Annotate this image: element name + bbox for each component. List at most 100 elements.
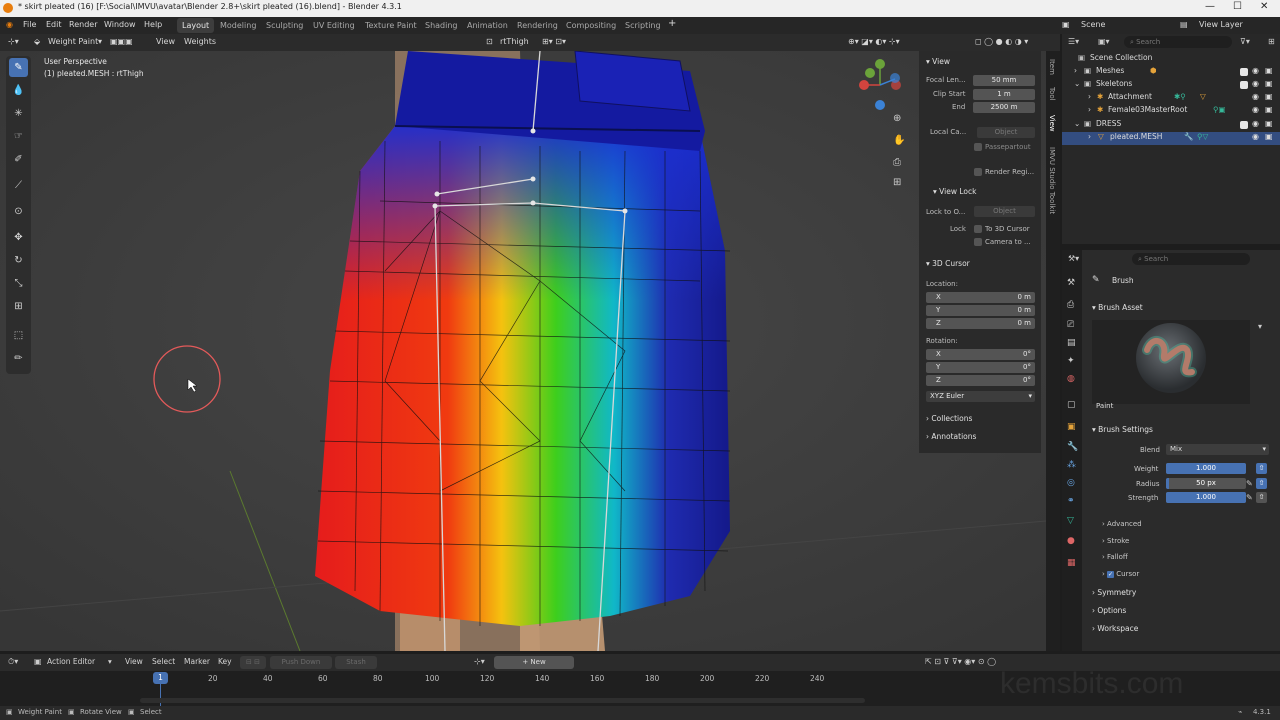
mode-icon[interactable]: ⬙ <box>34 37 40 46</box>
material-tab-icon[interactable]: ● <box>1067 536 1075 546</box>
new-collection-icon[interactable]: ⊞ <box>1268 37 1275 46</box>
tab-scripting[interactable]: Scripting <box>620 18 666 33</box>
tool-tab-icon[interactable]: ⚒ <box>1067 278 1075 288</box>
cursor-loc-z-field[interactable]: Z 0 m <box>926 318 1035 329</box>
timeline-editor-icon[interactable]: ⏱▾ <box>8 657 18 667</box>
object-tab-icon[interactable]: ▣ <box>1067 422 1076 432</box>
render-camera-icon[interactable]: ▣ <box>1265 79 1273 88</box>
move-tool-icon[interactable]: ✥ <box>9 228 28 247</box>
properties-search-input[interactable]: ⌕ Search <box>1132 253 1250 265</box>
texture-tab-icon[interactable]: ▦ <box>1067 558 1076 568</box>
tab-uv-editing[interactable]: UV Editing <box>308 18 360 33</box>
eye-icon[interactable]: ◉ <box>1252 105 1259 114</box>
maximize-icon[interactable]: ☐ <box>1233 1 1242 12</box>
brush-asset-menu-icon[interactable]: ▾ <box>1258 322 1262 331</box>
scene-name[interactable]: Scene <box>1081 20 1105 29</box>
draw-brush-icon[interactable]: ✎ <box>9 58 28 77</box>
eye-icon[interactable]: ◉ <box>1252 79 1259 88</box>
cursor-tool-icon[interactable]: ⊙ <box>9 202 28 221</box>
brush-asset-header[interactable]: ▾ Brush Asset <box>1092 303 1143 312</box>
new-action-button[interactable]: + New <box>494 656 574 669</box>
blend-dropdown[interactable]: Mix ▾ <box>1166 444 1269 455</box>
lock-camera-checkbox[interactable] <box>974 238 982 246</box>
cursor-subpanel[interactable]: › ✓ Cursor <box>1102 570 1139 578</box>
timeline-area[interactable]: 1 20 40 60 80 100 120 140 160 180 200 22… <box>0 667 1280 706</box>
editor-type-icon[interactable]: ⊹▾ <box>8 37 19 46</box>
clip-start-field[interactable]: 1 m <box>973 89 1035 100</box>
advanced-subpanel[interactable]: › Advanced <box>1102 520 1142 528</box>
action-browse-icon[interactable]: ⊹▾ <box>474 657 485 666</box>
slot-buttons[interactable]: ⊟ ⊟ <box>240 656 266 669</box>
overlay-options-icons[interactable]: ⊞▾ ⊡▾ <box>542 37 566 46</box>
tab-view[interactable]: View <box>1048 115 1056 132</box>
brush-preview-tile[interactable] <box>1092 320 1250 404</box>
tab-shading[interactable]: Shading <box>420 18 463 33</box>
gizmo-toggle-icons[interactable]: ⊕▾ ◪▾ ◐▾ ⊹▾ <box>848 37 900 46</box>
tab-rendering[interactable]: Rendering <box>512 18 563 33</box>
stash-button[interactable]: Stash <box>335 656 377 669</box>
focal-length-field[interactable]: 50 mm <box>973 75 1035 86</box>
rotate-tool-icon[interactable]: ↻ <box>9 251 28 270</box>
expand-icon[interactable]: › <box>1088 92 1091 101</box>
gradient-icon[interactable]: ⟋ <box>9 176 28 195</box>
strength-pressure-icon[interactable]: ⇧ <box>1256 492 1267 503</box>
view-lock-header[interactable]: ▾ View Lock <box>933 187 976 196</box>
average-brush-icon[interactable]: ✳ <box>9 104 28 123</box>
action-editor-dropdown[interactable]: Action Editor <box>47 657 95 666</box>
view-menu[interactable]: View <box>156 37 175 46</box>
render-camera-icon[interactable]: ▣ <box>1265 132 1273 141</box>
data-tab-icon[interactable]: ▽ <box>1067 516 1074 526</box>
paint-mask-icons[interactable]: ▣▣▣ <box>110 37 133 46</box>
outliner-row-meshes[interactable]: › ▣ Meshes ⬢ ◉ ▣ <box>1062 66 1280 79</box>
lock-to-object-field[interactable]: Object <box>974 206 1035 217</box>
include-checkbox[interactable] <box>1240 81 1248 89</box>
modifiers-tab-icon[interactable]: 🔧 <box>1067 442 1078 452</box>
current-frame-indicator[interactable]: 1 <box>153 672 168 684</box>
mode-selector[interactable]: Weight Paint <box>48 37 98 46</box>
include-checkbox[interactable] <box>1240 68 1248 76</box>
passepartout-checkbox[interactable] <box>974 143 982 151</box>
cursor-loc-y-field[interactable]: Y 0 m <box>926 305 1035 316</box>
brush-settings-header[interactable]: ▾ Brush Settings <box>1092 425 1153 434</box>
select-box-icon[interactable]: ⬚ <box>9 326 28 345</box>
menu-help[interactable]: Help <box>144 20 162 29</box>
eye-icon[interactable]: ◉ <box>1252 66 1259 75</box>
outliner-row-pleated-mesh[interactable]: › ▽ pleated.MESH 🔧 ⚲▽ ◉ ▣ <box>1062 132 1280 145</box>
mode-dropdown-icon[interactable]: ▾ <box>98 37 102 46</box>
cursor-rot-y-field[interactable]: Y 0° <box>926 362 1035 373</box>
tab-texture-paint[interactable]: Texture Paint <box>360 18 422 33</box>
expand-icon[interactable]: › <box>1088 132 1091 141</box>
menu-render[interactable]: Render <box>69 20 97 29</box>
options-panel-header[interactable]: › Options <box>1092 606 1126 615</box>
tab-item[interactable]: Item <box>1048 59 1056 75</box>
falloff-subpanel[interactable]: › Falloff <box>1102 553 1128 561</box>
output-tab-icon[interactable]: ⎚ <box>1067 320 1074 330</box>
annotations-panel-header[interactable]: › Annotations <box>926 432 976 441</box>
weight-slider[interactable]: 1.000 <box>1166 463 1246 474</box>
display-mode-icon[interactable]: ▣▾ <box>1098 37 1110 46</box>
timeline-view-menu[interactable]: View <box>125 657 143 666</box>
workspace-panel-header[interactable]: › Workspace <box>1092 624 1138 633</box>
collections-panel-header[interactable]: › Collections <box>926 414 972 423</box>
tab-sculpting[interactable]: Sculpting <box>261 18 308 33</box>
timeline-select-menu[interactable]: Select <box>152 657 175 666</box>
tab-tool[interactable]: Tool <box>1048 87 1056 101</box>
collapse-icon[interactable]: ⌄ <box>1074 119 1080 128</box>
camera-view-icon[interactable]: ⎙ <box>893 157 901 168</box>
strength-slider[interactable]: 1.000 <box>1166 492 1246 503</box>
tab-compositing[interactable]: Compositing <box>561 18 621 33</box>
cursor-rot-z-field[interactable]: Z 0° <box>926 375 1035 386</box>
outliner-row-attachment[interactable]: › ✱ Attachment ✱⚲ ▽ ◉ ▣ <box>1062 92 1280 105</box>
render-camera-icon[interactable]: ▣ <box>1265 92 1273 101</box>
transform-tool-icon[interactable]: ⊞ <box>9 297 28 316</box>
eye-icon[interactable]: ◉ <box>1252 92 1259 101</box>
tab-modeling[interactable]: Modeling <box>215 18 261 33</box>
add-workspace-icon[interactable]: + <box>668 18 676 29</box>
outliner-row-skeletons[interactable]: ⌄ ▣ Skeletons ◉ ▣ <box>1062 79 1280 92</box>
pan-hand-icon[interactable]: ✋ <box>893 135 905 146</box>
blender-menu-icon[interactable]: ◉ <box>6 20 13 29</box>
local-camera-field[interactable]: Object <box>977 127 1035 138</box>
timeline-scrollbar[interactable] <box>140 698 865 703</box>
symmetry-panel-header[interactable]: › Symmetry <box>1092 588 1136 597</box>
outliner-row-dress[interactable]: ⌄ ▣ DRESS ◉ ▣ <box>1062 119 1280 132</box>
